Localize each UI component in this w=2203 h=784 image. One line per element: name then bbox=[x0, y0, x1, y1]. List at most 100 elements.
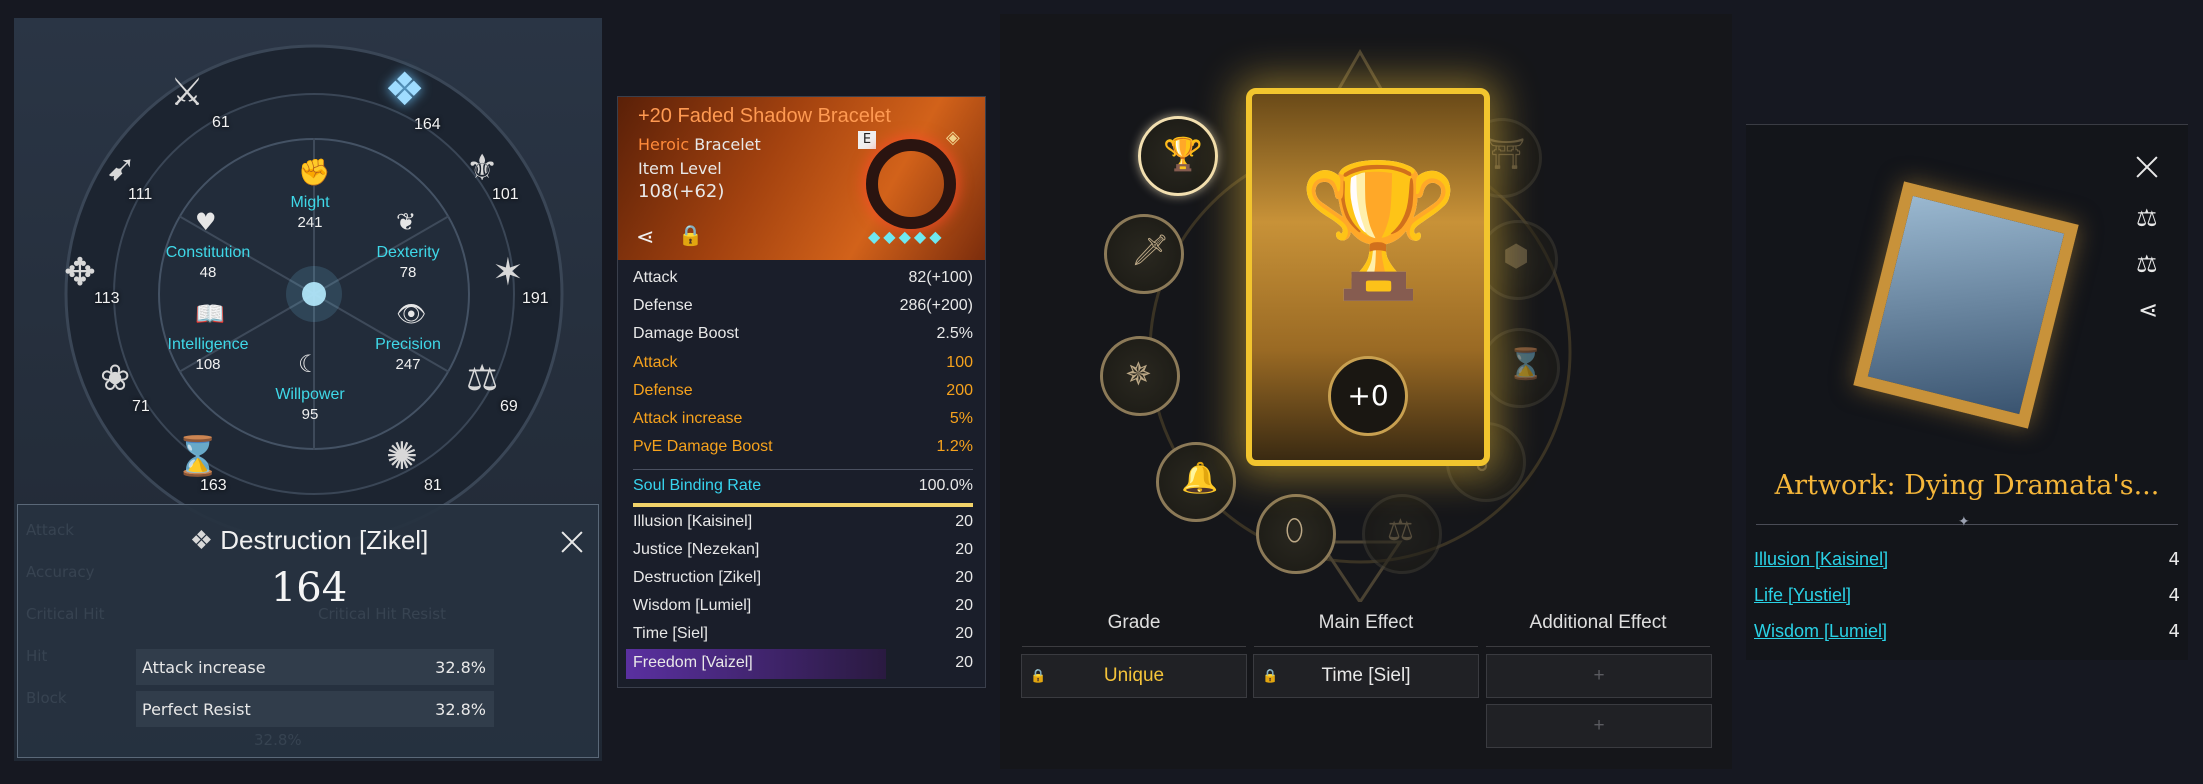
add-icon: + bbox=[1593, 715, 1605, 736]
stat-dexterity[interactable]: Dexterity 78 bbox=[338, 244, 478, 281]
tooltip-header: +20 Faded Shadow Bracelet Heroic Bracele… bbox=[618, 97, 985, 260]
god-emblem-icon[interactable]: ⌛ bbox=[174, 434, 221, 479]
stat-might-label: Might bbox=[290, 194, 330, 211]
bonus-row: Defense 200 bbox=[633, 382, 973, 400]
stat-label: Attack bbox=[633, 269, 678, 286]
card-socket[interactable]: ⬢ bbox=[1478, 220, 1558, 300]
grade-slot[interactable]: 🔒 Unique bbox=[1021, 654, 1247, 698]
god-emblem-value: 164 bbox=[414, 116, 441, 133]
stat-value: 286(+200) bbox=[899, 297, 973, 314]
god-emblem-icon[interactable]: ✥ bbox=[64, 250, 96, 294]
share-icon[interactable]: ⋖ bbox=[2138, 296, 2158, 324]
card-socket[interactable]: 🗡 bbox=[1104, 214, 1184, 294]
god-value: 20 bbox=[955, 597, 973, 614]
god-emblem-value: 101 bbox=[492, 186, 519, 203]
god-emblem-icon[interactable]: ⚔ bbox=[170, 70, 204, 114]
share-icon[interactable]: ⋖ bbox=[636, 225, 654, 250]
close-icon[interactable] bbox=[557, 527, 587, 557]
god-row: Illusion [Kaisinel] 20 bbox=[633, 513, 973, 531]
stat-willpower[interactable]: Willpower 95 bbox=[240, 386, 380, 423]
precision-icon: 👁 bbox=[396, 300, 427, 328]
god-emblem-value: 61 bbox=[212, 114, 230, 131]
stat-value: 2.5% bbox=[936, 325, 973, 342]
artwork-frame[interactable] bbox=[1853, 181, 2079, 429]
main-effect-slot[interactable]: 🔒 Time [Siel] bbox=[1253, 654, 1479, 698]
god-value: 20 bbox=[955, 569, 973, 586]
god-value: 20 bbox=[955, 654, 973, 671]
stat-might[interactable]: Might 241 bbox=[240, 194, 380, 231]
god-emblem-icon[interactable]: ❖ bbox=[384, 62, 425, 116]
sword-icon: 🗡 bbox=[1131, 233, 1170, 268]
artwork-effect-link[interactable]: Illusion [Kaisinel] bbox=[1754, 549, 1888, 570]
artwork-title: Artwork: Dying Dramata's... bbox=[1774, 470, 2160, 501]
god-emblem-icon[interactable]: ⚖ bbox=[466, 358, 498, 399]
item-type: Bracelet bbox=[694, 135, 761, 154]
constitution-icon: ♥ bbox=[195, 208, 217, 236]
card-socket[interactable]: ⬯ bbox=[1256, 494, 1336, 574]
god-emblem-icon[interactable]: ✶ bbox=[492, 250, 524, 294]
god-label: Time [Siel] bbox=[633, 625, 708, 642]
god-emblem-icon[interactable]: ⚜ bbox=[466, 148, 498, 189]
god-emblem-icon[interactable]: ✺ bbox=[386, 434, 418, 478]
main-effect-header: Main Effect bbox=[1318, 612, 1414, 633]
god-label: Illusion [Kaisinel] bbox=[633, 513, 753, 530]
card-socket[interactable]: 🏆 bbox=[1138, 116, 1218, 196]
globe-scales-icon[interactable]: ⚖ bbox=[2136, 204, 2158, 232]
stat-row: Defense 286(+200) bbox=[633, 297, 973, 315]
dexterity-icon: ❦ bbox=[396, 208, 417, 236]
grade-header: Grade bbox=[1107, 612, 1161, 633]
scales-icon: ⚖ bbox=[1387, 513, 1414, 548]
stat-dexterity-label: Dexterity bbox=[376, 244, 440, 261]
divider bbox=[1486, 646, 1710, 647]
card-socket[interactable]: ⌛ bbox=[1480, 328, 1560, 408]
card-panel: 🏆 🗡 ✵ 🔔 ⬯ ⚖ ⚷ ⌛ ⬢ ⛩ 🏆 +0 Grade Main Effe… bbox=[1000, 14, 1732, 769]
stat-intelligence-label: Intelligence bbox=[167, 336, 249, 353]
artwork-panel: ⚖ ⚖ ⋖ Artwork: Dying Dramata's... ✦ Illu… bbox=[1746, 124, 2188, 660]
god-emblem-value: 71 bbox=[132, 398, 150, 415]
additional-effect-slot[interactable]: + bbox=[1486, 654, 1712, 698]
lock-icon[interactable]: 🔒 bbox=[678, 223, 703, 247]
stat-constitution[interactable]: Constitution 48 bbox=[138, 244, 278, 281]
god-value: 20 bbox=[955, 513, 973, 530]
item-level-value: 108(+62) bbox=[638, 181, 725, 202]
god-emblem-icon[interactable]: ➹ bbox=[106, 148, 136, 189]
card-socket[interactable]: 🔔 bbox=[1156, 442, 1236, 522]
card-socket[interactable]: ✵ bbox=[1100, 336, 1180, 416]
bracelet-icon bbox=[866, 139, 956, 229]
shrine-icon: ⛩ bbox=[1487, 137, 1526, 172]
stat-constitution-value: 48 bbox=[199, 264, 217, 281]
bonus-label: PvE Damage Boost bbox=[633, 438, 773, 455]
god-row: Justice [Nezekan] 20 bbox=[633, 541, 973, 559]
god-emblem-value: 113 bbox=[94, 290, 120, 307]
card-socket[interactable]: ⚖ bbox=[1362, 494, 1442, 574]
god-row: Freedom [Vaizel] 20 bbox=[633, 654, 973, 672]
stat-intelligence[interactable]: Intelligence 108 bbox=[138, 336, 278, 373]
stat-constitution-label: Constitution bbox=[165, 244, 251, 261]
ghost-text: Block bbox=[26, 689, 67, 707]
ghost-text: Hit bbox=[26, 647, 48, 665]
stat-row: Damage Boost 2.5% bbox=[633, 325, 973, 343]
soul-binding-bar-fill bbox=[633, 503, 973, 507]
stat-label: Defense bbox=[633, 297, 693, 314]
add-icon: + bbox=[1593, 665, 1605, 686]
artwork-effect-link[interactable]: Wisdom [Lumiel] bbox=[1754, 621, 1887, 642]
stat-precision[interactable]: Precision 247 bbox=[338, 336, 478, 373]
god-label: Freedom [Vaizel] bbox=[633, 654, 753, 671]
gem-sockets-icon: ◆◆◆◆◆ bbox=[868, 227, 945, 246]
detail-row-label: Perfect Resist bbox=[142, 700, 251, 719]
additional-effect-slot[interactable]: + bbox=[1486, 704, 1712, 748]
tier-badge: E bbox=[858, 131, 876, 149]
close-icon[interactable] bbox=[2132, 152, 2162, 182]
god-emblem-value: 69 bbox=[500, 398, 518, 415]
grail-card[interactable]: 🏆 +0 bbox=[1246, 88, 1490, 466]
main-effect-value: Time [Siel] bbox=[1321, 665, 1411, 686]
god-emblem-icon[interactable]: ❀ bbox=[100, 358, 130, 399]
divider bbox=[1022, 646, 1246, 647]
scales-icon[interactable]: ⚖ bbox=[2136, 250, 2158, 278]
mirror-icon: ⬯ bbox=[1285, 513, 1304, 548]
divider bbox=[633, 469, 973, 470]
soul-binding-row: Soul Binding Rate 100.0% bbox=[633, 477, 973, 495]
item-level-label: Item Level bbox=[638, 159, 722, 178]
artwork-effect-link[interactable]: Life [Yustiel] bbox=[1754, 585, 1851, 606]
god-emblem-value: 191 bbox=[522, 290, 549, 307]
